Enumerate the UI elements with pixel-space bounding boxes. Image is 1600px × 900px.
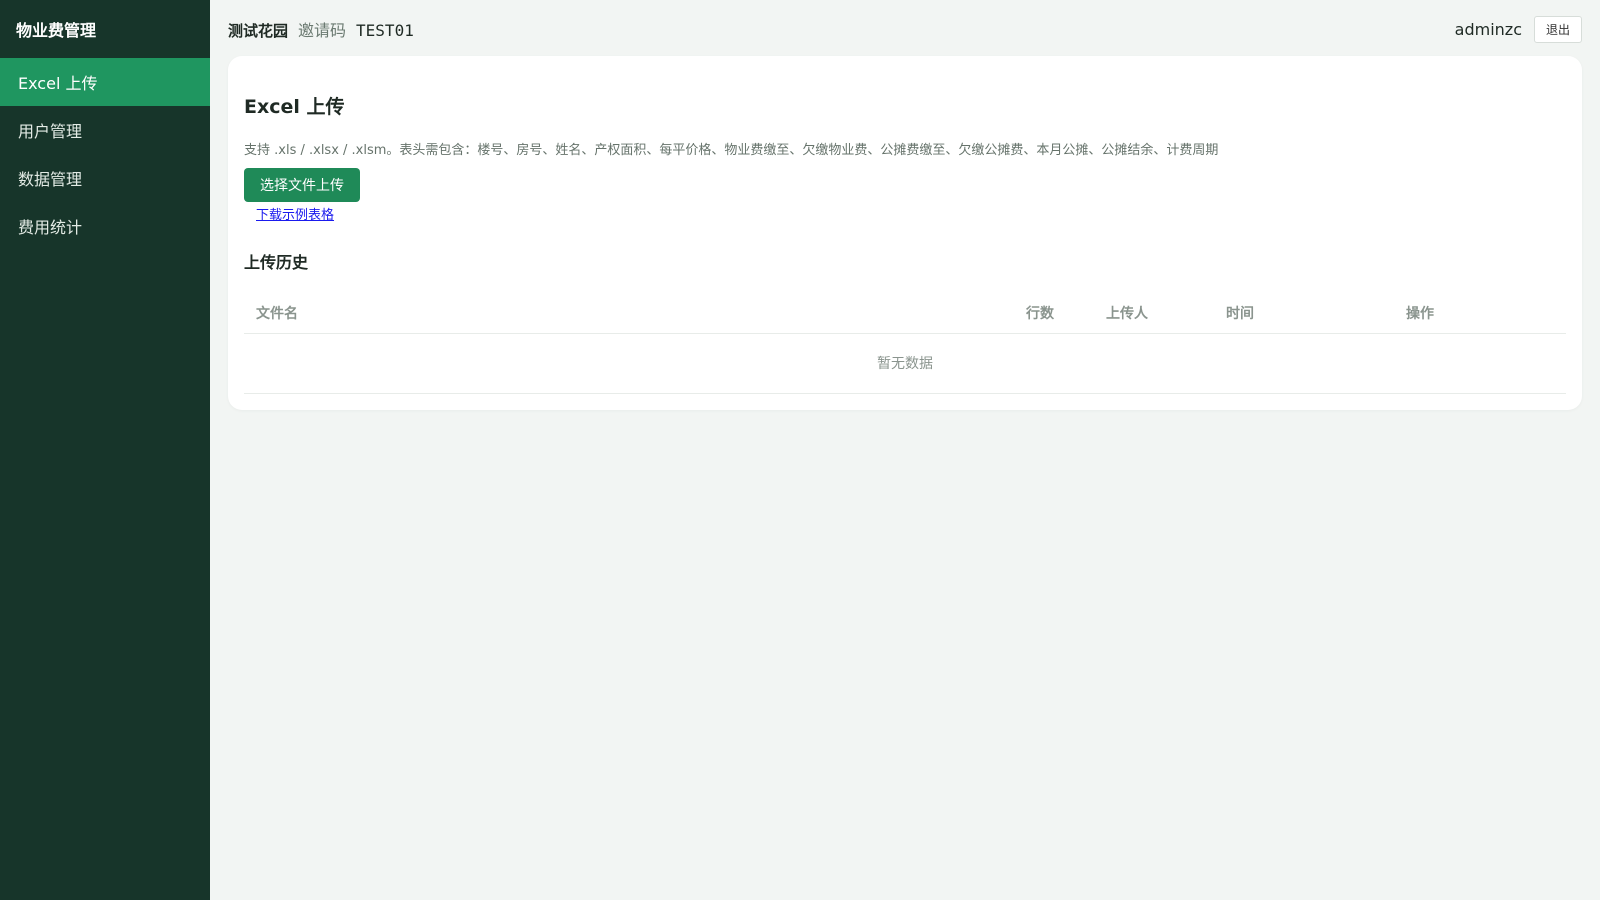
upload-history-table: 文件名 行数 上传人 时间 操作 暂无数据 xyxy=(244,293,1566,394)
community-info: 测试花园 邀请码 TEST01 xyxy=(228,17,414,41)
sidebar-item-fee-statistics[interactable]: 费用统计 xyxy=(0,202,210,250)
logout-button[interactable]: 退出 xyxy=(1533,15,1582,43)
upload-hint: 支持 .xls / .xlsx / .xlsm。表头需包含：楼号、房号、姓名、产… xyxy=(244,143,1219,158)
brand-title: 物业费管理 xyxy=(16,21,97,40)
column-header-rows: 行数 xyxy=(1026,293,1106,334)
upload-history-title: 上传历史 xyxy=(244,253,309,272)
sidebar-item-data-management[interactable]: 数据管理 xyxy=(0,154,210,202)
invite-code-label: 邀请码 xyxy=(298,21,347,40)
download-sample-link[interactable]: 下载示例表格 xyxy=(256,204,334,223)
column-header-time: 时间 xyxy=(1226,293,1406,334)
column-header-uploader: 上传人 xyxy=(1106,293,1226,334)
column-header-filename: 文件名 xyxy=(244,293,1026,334)
sidebar-item-user-management[interactable]: 用户管理 xyxy=(0,106,210,154)
invite-code-value: TEST01 xyxy=(356,21,414,40)
empty-state: 暂无数据 xyxy=(244,333,1566,394)
app-root: 物业费管理 Excel 上传 用户管理 数据管理 费用统计 测试花园 邀请码 T… xyxy=(0,0,1600,900)
table-header-row: 文件名 行数 上传人 时间 操作 xyxy=(244,293,1566,334)
table-row: 暂无数据 xyxy=(244,333,1566,394)
username: adminzc xyxy=(1454,19,1522,39)
sidebar-item-excel-upload[interactable]: Excel 上传 xyxy=(0,58,210,106)
select-file-upload-button[interactable]: 选择文件上传 xyxy=(244,168,360,202)
upload-card: Excel 上传 支持 .xls / .xlsx / .xlsm。表头需包含：楼… xyxy=(228,56,1582,410)
topbar: 测试花园 邀请码 TEST01 adminzc 退出 xyxy=(228,0,1582,58)
user-info: adminzc 退出 xyxy=(1454,15,1582,43)
main-content: 测试花园 邀请码 TEST01 adminzc 退出 Excel 上传 支持 .… xyxy=(210,0,1600,900)
column-header-actions: 操作 xyxy=(1406,293,1566,334)
page-title: Excel 上传 xyxy=(244,96,345,118)
sidebar: 物业费管理 Excel 上传 用户管理 数据管理 费用统计 xyxy=(0,0,210,900)
community-name: 测试花园 xyxy=(228,22,289,40)
